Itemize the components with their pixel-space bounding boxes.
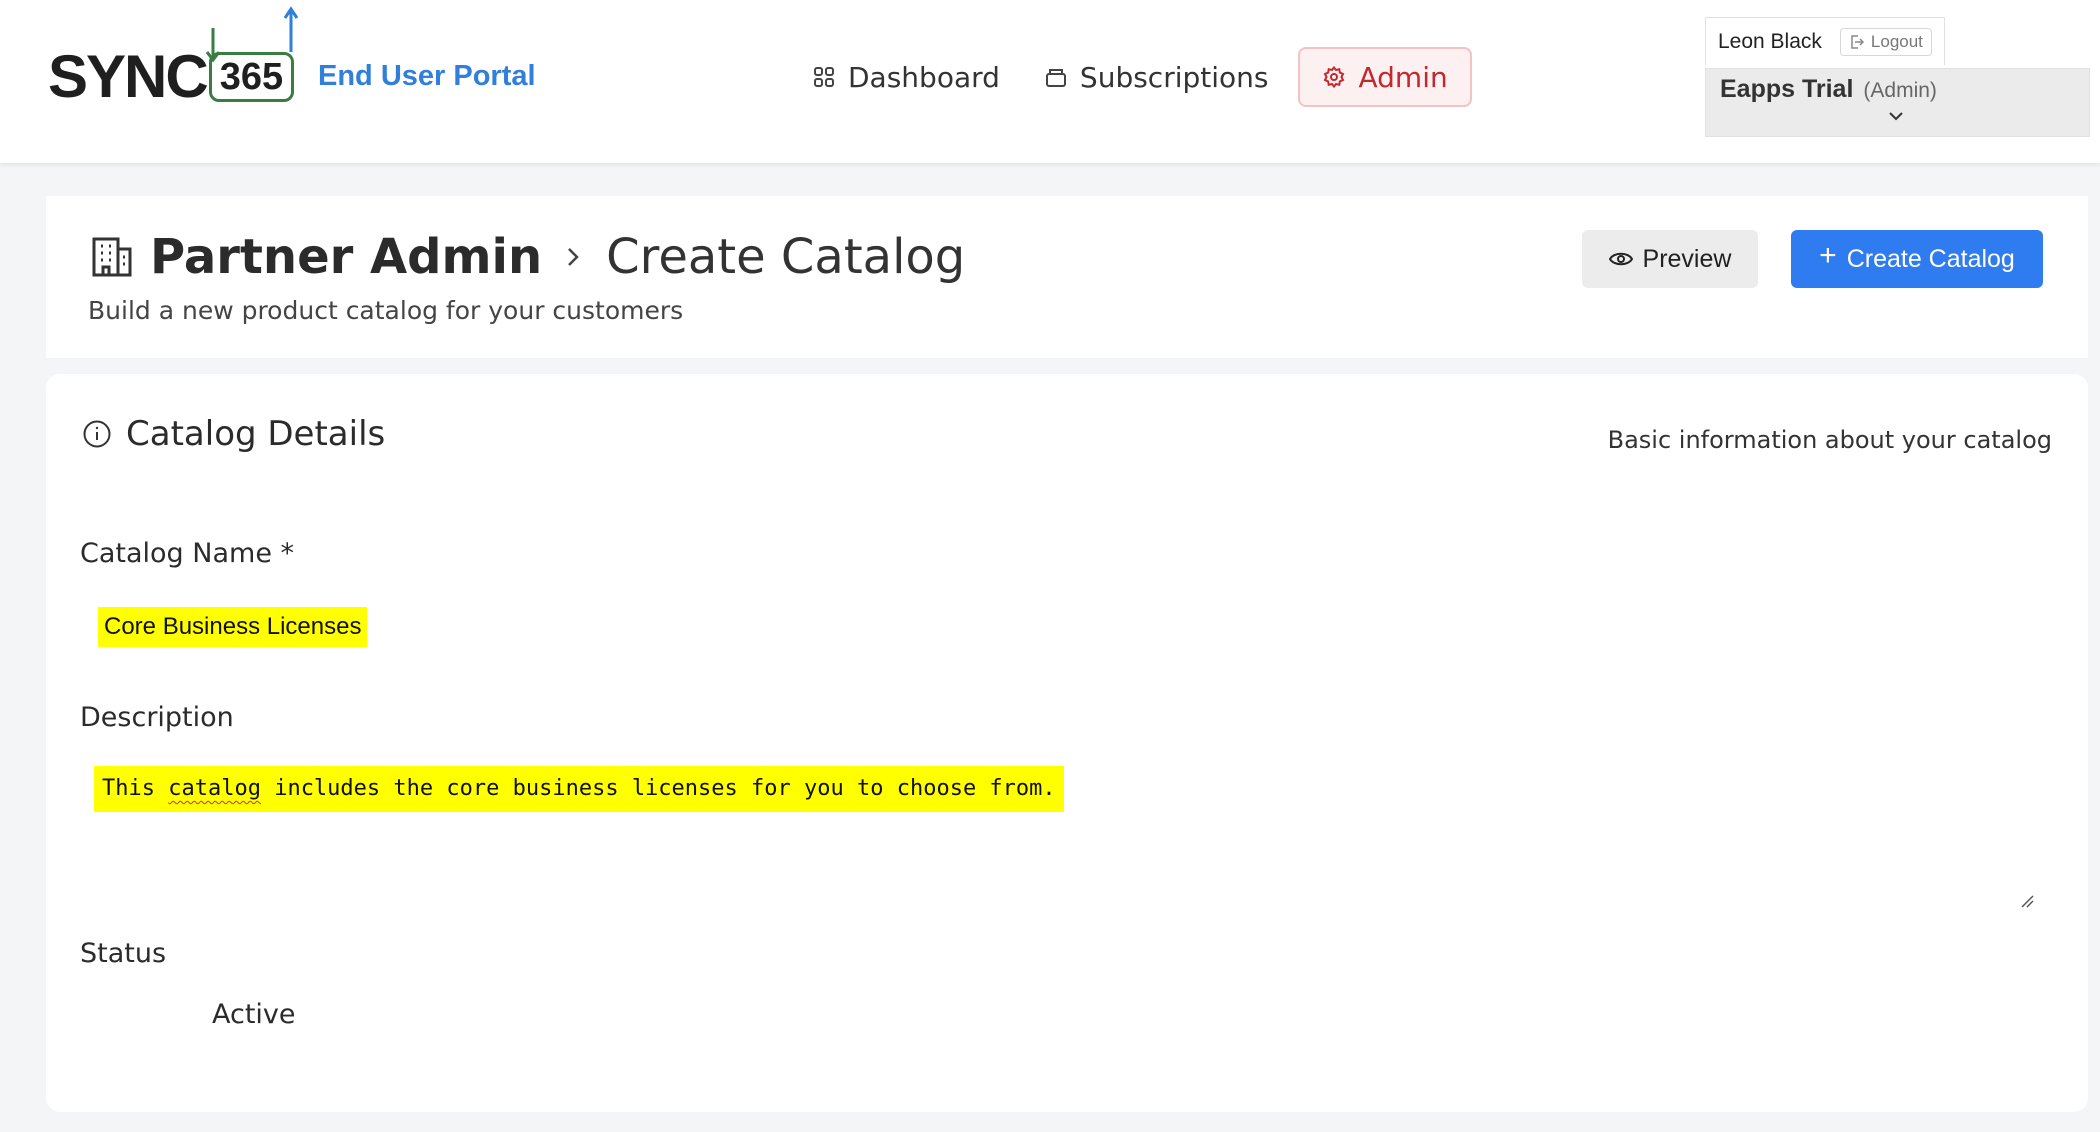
tenant-name: Eapps Trial: [1720, 75, 1854, 103]
breadcrumb-partner-admin[interactable]: Partner Admin: [150, 229, 542, 285]
tenant-line: Eapps Trial (Admin): [1720, 75, 1937, 104]
nav-subscriptions[interactable]: Subscriptions: [1022, 47, 1291, 107]
page-subtitle: Build a new product catalog for your cus…: [88, 296, 684, 325]
eye-icon: [1608, 252, 1633, 266]
gear-icon: [1324, 65, 1345, 89]
logo-number: 365: [219, 55, 284, 98]
chevron-down-icon: [1889, 112, 1903, 121]
nav-admin-label: Admin: [1358, 60, 1448, 94]
section-hint: Basic information about your catalog: [1607, 426, 2052, 454]
box-icon: [1045, 69, 1066, 87]
section-header: Catalog Details: [82, 414, 385, 454]
logo-arrow-down-icon: [205, 28, 221, 63]
nav-subscriptions-label: Subscriptions: [1079, 60, 1269, 94]
description-textarea[interactable]: This catalog includes the core business …: [92, 766, 2042, 916]
description-text-end: includes the core business licenses for …: [260, 776, 1056, 801]
nav-dashboard[interactable]: Dashboard: [790, 47, 1022, 107]
user-name: Leon Black: [1718, 29, 1822, 53]
portal-title[interactable]: End User Portal: [318, 60, 536, 93]
logout-label: Logout: [1870, 31, 1923, 51]
logo-arrow-up-icon: [283, 6, 299, 52]
logout-icon: [1851, 34, 1864, 49]
preview-label: Preview: [1642, 244, 1732, 273]
create-catalog-label: Create Catalog: [1846, 244, 2015, 273]
preview-button[interactable]: Preview: [1582, 230, 1758, 288]
description-misspelled-word[interactable]: catalog: [168, 776, 261, 801]
description-text: This catalog includes the core business …: [94, 766, 1064, 812]
info-icon: [83, 420, 111, 448]
page-heading-card: Partner Admin Create Catalog Build a new…: [46, 196, 2088, 358]
sync365-logo[interactable]: SYNC 365: [48, 43, 295, 110]
grid-icon: [814, 67, 834, 87]
create-catalog-button[interactable]: + Create Catalog: [1791, 230, 2043, 288]
resize-grip-icon[interactable]: [2020, 894, 2034, 908]
chevron-right-icon: [568, 248, 579, 266]
nav-dashboard-label: Dashboard: [848, 60, 1000, 94]
logo-word: SYNC: [48, 43, 209, 110]
section-title: Catalog Details: [126, 414, 386, 454]
logout-button[interactable]: Logout: [1839, 27, 1932, 56]
status-label: Status: [80, 938, 167, 969]
page-title: Create Catalog: [606, 229, 966, 285]
description-text-start: This: [102, 776, 169, 801]
description-label: Description: [80, 702, 234, 733]
breadcrumb: Partner Admin Create Catalog: [90, 226, 965, 288]
catalog-name-label: Catalog Name *: [80, 538, 295, 569]
building-icon: [92, 237, 132, 277]
main-nav: Dashboard Subscriptions Admin: [790, 47, 1472, 107]
tenant-role: (Admin): [1863, 79, 1937, 102]
plus-icon: +: [1819, 239, 1837, 272]
tenant-switcher[interactable]: Eapps Trial (Admin): [1705, 68, 2090, 137]
catalog-name-input[interactable]: Core Business Licenses: [98, 607, 368, 647]
logo-number-box: 365: [208, 52, 295, 102]
nav-admin[interactable]: Admin: [1298, 47, 1472, 107]
status-toggle-value[interactable]: Active: [212, 999, 296, 1030]
catalog-details-card: Catalog Details Basic information about …: [46, 374, 2088, 1112]
user-box: Leon Black Logout: [1705, 17, 1945, 65]
top-bar: SYNC 365 End User Portal Dashboard Subsc…: [0, 0, 2100, 163]
